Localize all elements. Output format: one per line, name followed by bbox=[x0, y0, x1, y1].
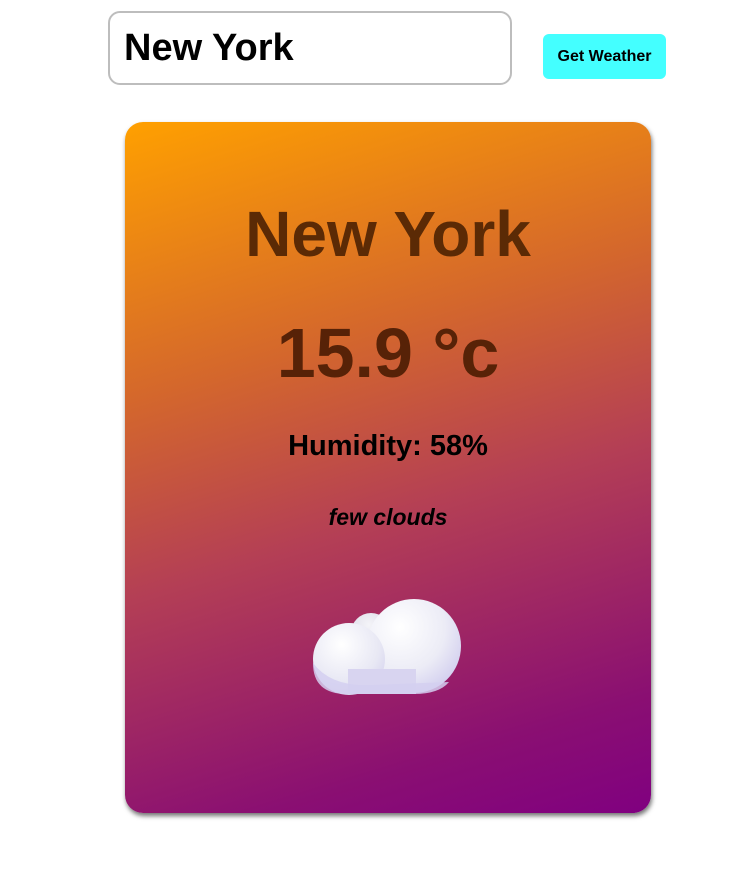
city-name: New York bbox=[245, 198, 531, 270]
get-weather-button[interactable]: Get Weather bbox=[543, 34, 666, 79]
weather-card: New York 15.9 °c Humidity: 58% few cloud… bbox=[125, 122, 651, 813]
humidity-value: Humidity: 58% bbox=[288, 430, 488, 462]
cloud-icon bbox=[313, 599, 461, 695]
weather-description: few clouds bbox=[328, 504, 448, 530]
city-search-input[interactable] bbox=[108, 11, 512, 85]
temperature-value: 15.9 °c bbox=[276, 314, 500, 392]
